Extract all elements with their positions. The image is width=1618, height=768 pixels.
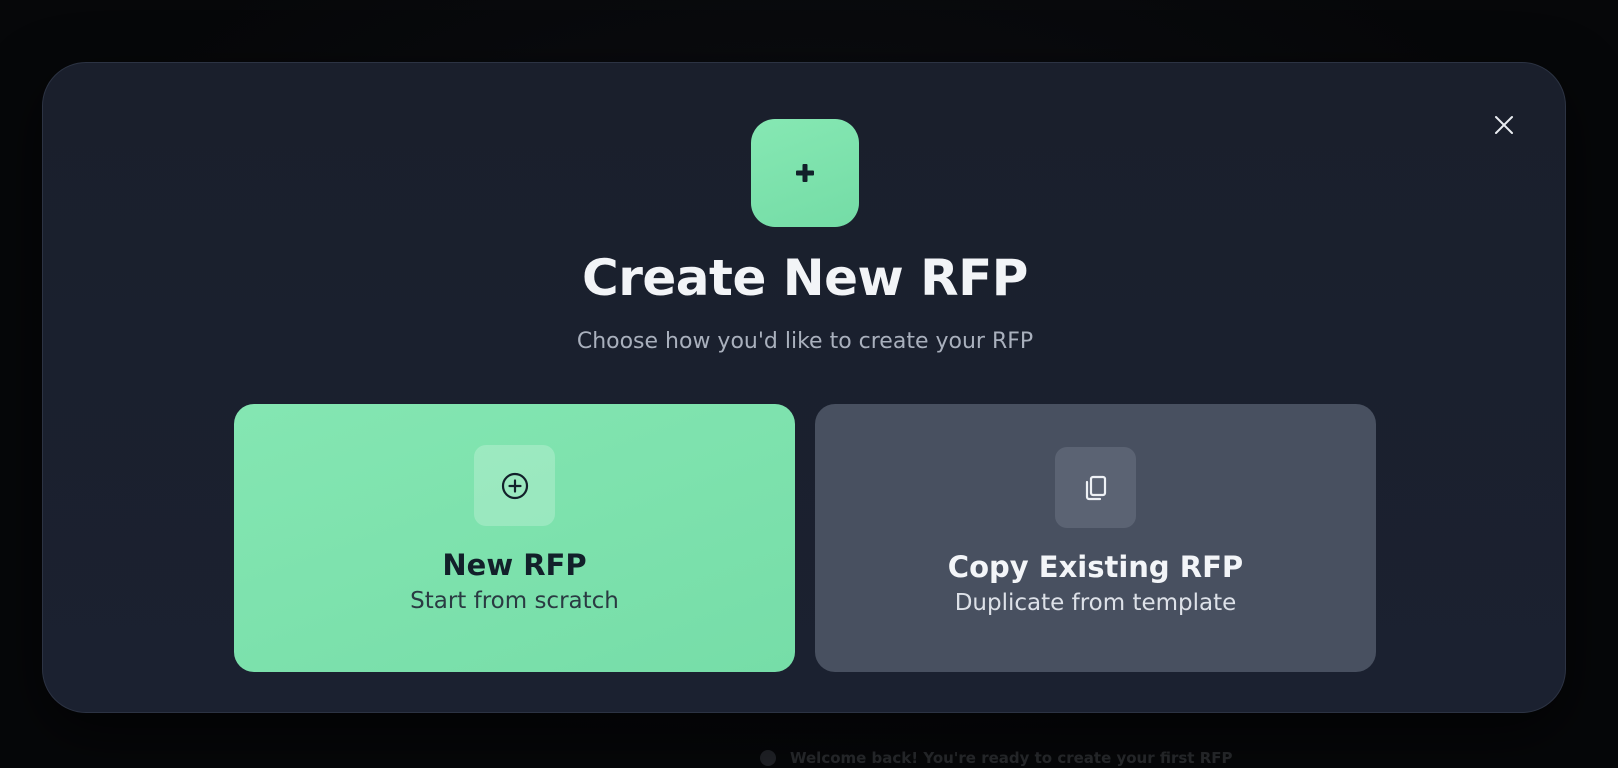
new-rfp-description: Start from scratch [410, 588, 619, 614]
new-rfp-option[interactable]: New RFP Start from scratch [234, 404, 795, 672]
plus-circle-icon [501, 472, 528, 499]
modal-title: Create New RFP [582, 249, 1028, 307]
copy-rfp-description: Duplicate from template [954, 590, 1237, 616]
copy-existing-rfp-option[interactable]: Copy Existing RFP Duplicate from templat… [815, 404, 1376, 672]
copy-rfp-title: Copy Existing RFP [947, 550, 1244, 584]
header-icon-badge [751, 119, 859, 227]
modal-subtitle: Choose how you'd like to create your RFP [576, 329, 1034, 354]
close-icon [1495, 116, 1513, 134]
create-rfp-modal: Create New RFP Choose how you'd like to … [42, 62, 1566, 713]
new-rfp-title: New RFP [442, 548, 587, 582]
plus-icon [796, 164, 814, 182]
background-content: Welcome back! You're ready to create you… [760, 748, 1360, 768]
copy-rfp-icon-badge [1055, 447, 1136, 528]
info-icon [760, 750, 776, 766]
background-text: Welcome back! You're ready to create you… [790, 749, 1233, 767]
new-rfp-icon-badge [474, 445, 555, 526]
close-button[interactable] [1491, 112, 1517, 138]
copy-icon [1085, 475, 1106, 500]
